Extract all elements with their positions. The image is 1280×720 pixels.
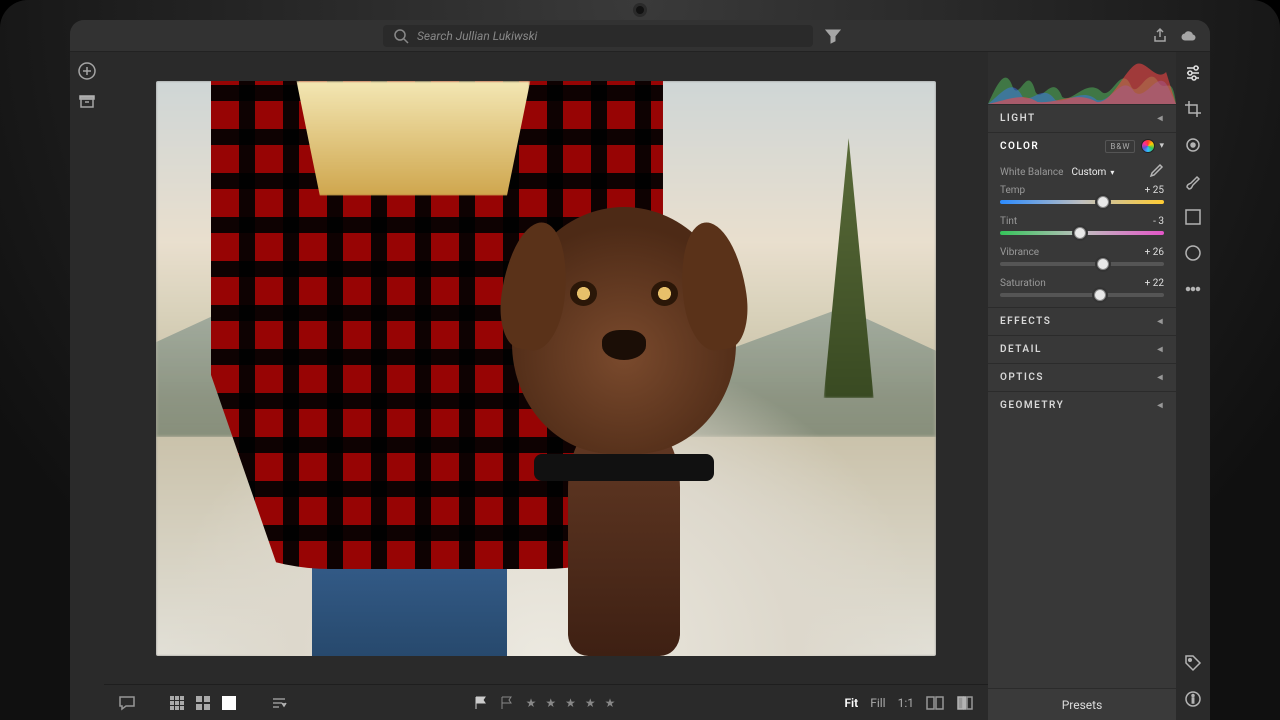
zoom-one-to-one[interactable]: 1:1 <box>898 696 914 710</box>
grid-large-icon[interactable] <box>196 696 210 710</box>
edit-sliders-icon[interactable] <box>1184 64 1202 82</box>
histogram[interactable] <box>988 52 1176 104</box>
linear-gradient-icon[interactable] <box>1184 208 1202 226</box>
chevron-left-icon: ◂ <box>1157 344 1164 355</box>
crop-icon[interactable] <box>1184 100 1202 118</box>
search-placeholder: Search Jullian Lukiwski <box>417 29 537 43</box>
edited-photo <box>156 81 936 656</box>
reject-flag-icon[interactable] <box>500 696 514 710</box>
flag-icon[interactable] <box>474 696 488 710</box>
share-icon[interactable] <box>1152 28 1168 44</box>
bw-toggle[interactable]: B&W <box>1105 140 1135 153</box>
search-icon <box>393 28 409 44</box>
zoom-fill[interactable]: Fill <box>870 696 885 710</box>
panel-color-title: Color <box>1000 141 1039 152</box>
slider-vibrance-value: + 26 <box>1145 247 1164 258</box>
bottom-toolbar: ★ ★ ★ ★ ★ Fit Fill 1:1 <box>104 684 988 720</box>
slider-vibrance[interactable]: Vibrance + 26 <box>988 245 1176 276</box>
edit-panel: Light ◂ Color B&W ▾ <box>988 52 1176 720</box>
eyedropper-icon[interactable] <box>1146 163 1164 181</box>
more-icon[interactable] <box>1184 280 1202 298</box>
slider-vibrance-label: Vibrance <box>1000 247 1039 258</box>
slider-tint-label: Tint <box>1000 216 1017 227</box>
left-rail <box>70 52 104 720</box>
add-photo-icon[interactable] <box>78 62 96 80</box>
panel-detail[interactable]: Detail ◂ <box>988 336 1176 363</box>
slider-temp-value: + 25 <box>1145 185 1164 196</box>
wb-dropdown[interactable]: Custom ▾ <box>1071 167 1114 178</box>
comment-icon[interactable] <box>118 694 136 712</box>
brush-icon[interactable] <box>1184 172 1202 190</box>
rating-stars[interactable]: ★ ★ ★ ★ ★ <box>526 696 619 710</box>
panel-color: Color B&W ▾ White Balance Custom <box>988 132 1176 307</box>
sort-icon[interactable] <box>270 694 288 712</box>
slider-temp[interactable]: Temp + 25 <box>988 183 1176 214</box>
app-window: Search Jullian Lukiwski <box>70 20 1210 720</box>
panel-geometry-title: Geometry <box>1000 400 1064 411</box>
wb-label: White Balance <box>1000 167 1063 178</box>
filter-icon[interactable] <box>825 28 841 44</box>
tag-icon[interactable] <box>1184 654 1202 672</box>
slider-temp-label: Temp <box>1000 185 1025 196</box>
chevron-left-icon: ◂ <box>1157 372 1164 383</box>
panel-effects-title: Effects <box>1000 316 1051 327</box>
panel-light-title: Light <box>1000 113 1036 124</box>
panel-effects[interactable]: Effects ◂ <box>988 308 1176 335</box>
info-icon[interactable] <box>1184 690 1202 708</box>
archive-icon[interactable] <box>78 92 96 110</box>
panel-optics[interactable]: Optics ◂ <box>988 364 1176 391</box>
show-original-icon[interactable] <box>956 694 974 712</box>
right-toolstrip <box>1176 52 1210 720</box>
image-viewer[interactable] <box>104 52 988 684</box>
slider-saturation-value: + 22 <box>1145 278 1164 289</box>
radial-gradient-icon[interactable] <box>1184 244 1202 262</box>
chevron-down-icon[interactable]: ▾ <box>1159 141 1164 151</box>
panel-detail-title: Detail <box>1000 344 1042 355</box>
top-bar: Search Jullian Lukiwski <box>70 20 1210 52</box>
healing-brush-icon[interactable] <box>1184 136 1202 154</box>
slider-tint[interactable]: Tint - 3 <box>988 214 1176 245</box>
grid-small-icon[interactable] <box>170 696 184 710</box>
slider-saturation[interactable]: Saturation + 22 <box>988 276 1176 307</box>
zoom-fit[interactable]: Fit <box>844 696 858 710</box>
chevron-left-icon: ◂ <box>1157 113 1164 124</box>
presets-button[interactable]: Presets <box>988 688 1176 720</box>
panel-geometry[interactable]: Geometry ◂ <box>988 392 1176 419</box>
wb-value: Custom <box>1071 167 1106 178</box>
panel-light[interactable]: Light ◂ <box>988 105 1176 132</box>
single-view-icon[interactable] <box>222 696 236 710</box>
chevron-left-icon: ◂ <box>1157 400 1164 411</box>
slider-saturation-label: Saturation <box>1000 278 1046 289</box>
cloud-icon[interactable] <box>1180 28 1196 44</box>
presets-label: Presets <box>1062 698 1103 712</box>
slider-tint-value: - 3 <box>1153 216 1164 227</box>
panel-optics-title: Optics <box>1000 372 1044 383</box>
color-mixer-icon[interactable] <box>1141 139 1155 153</box>
search-field[interactable]: Search Jullian Lukiwski <box>383 25 813 47</box>
chevron-left-icon: ◂ <box>1157 316 1164 327</box>
compare-icon[interactable] <box>926 694 944 712</box>
